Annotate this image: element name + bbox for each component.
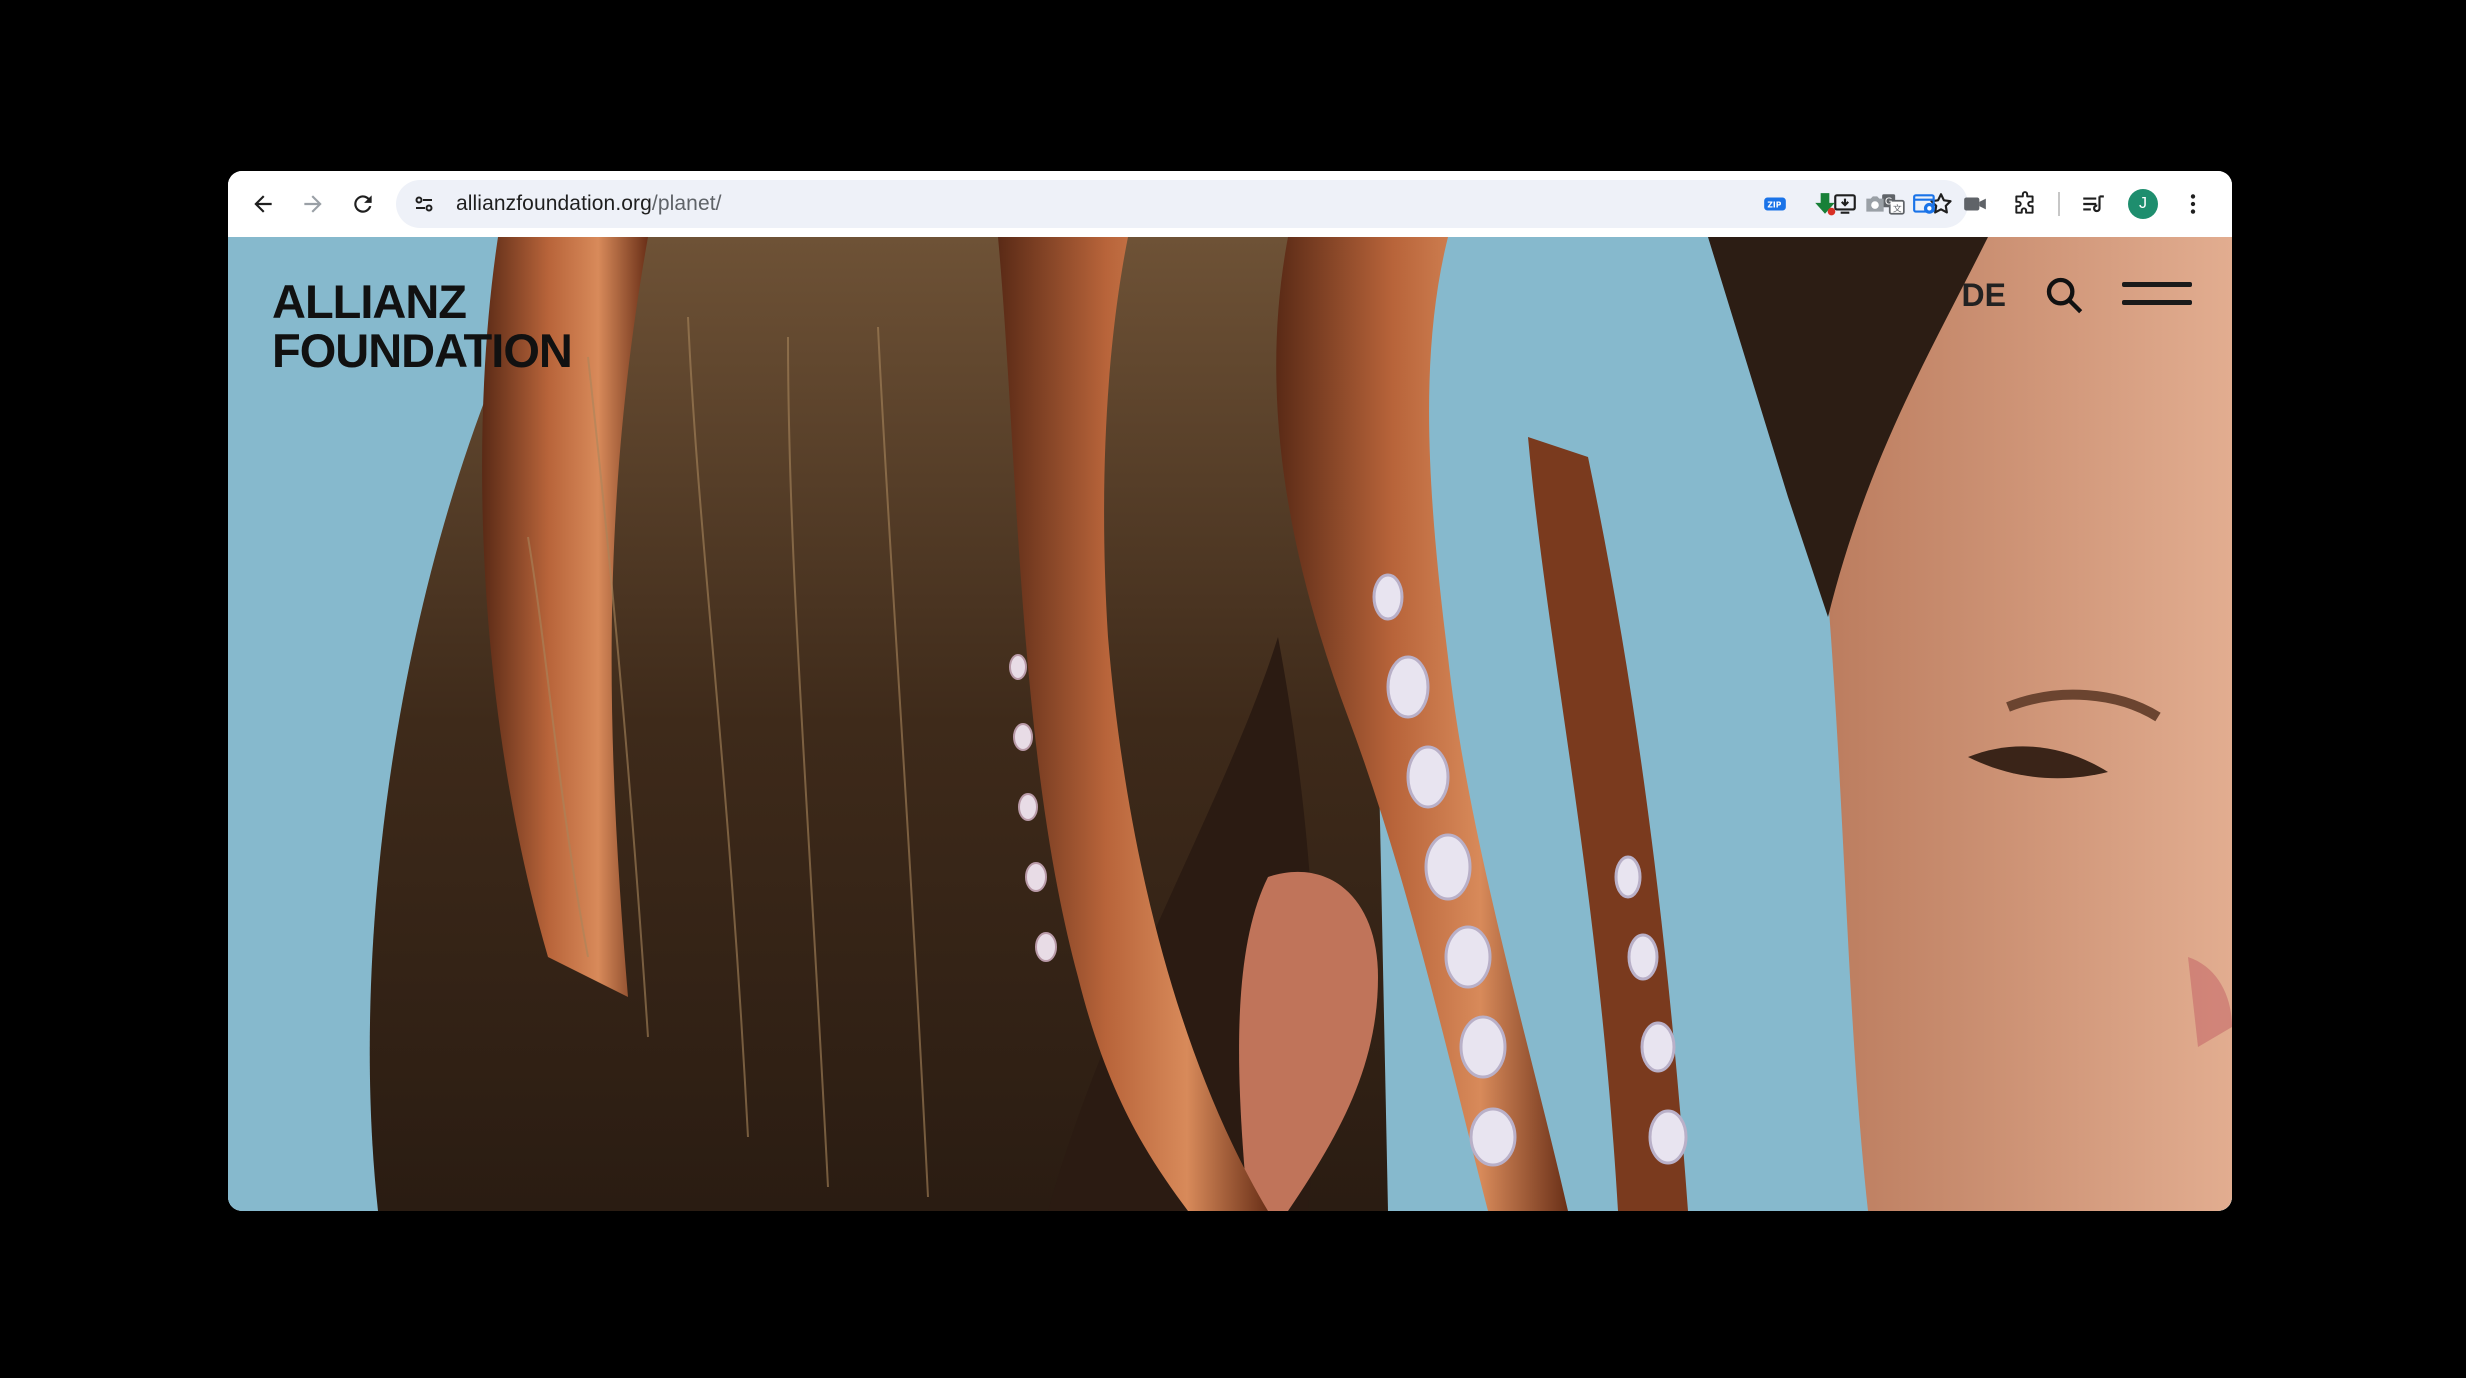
browser-toolbar: allianzfoundation.org/planet/ G文 ZIP J [228, 171, 2232, 237]
reload-button[interactable] [338, 179, 388, 229]
back-icon [254, 195, 272, 213]
extensions-area: ZIP J [1758, 171, 2210, 237]
site-logo[interactable]: ALLIANZ FOUNDATION [272, 275, 573, 377]
logo-line-1: ALLIANZ [272, 275, 467, 328]
hamburger-menu-icon[interactable] [2122, 278, 2192, 312]
search-icon[interactable] [2044, 275, 2084, 315]
forward-button[interactable] [288, 179, 338, 229]
url-host: allianzfoundation.org [456, 192, 652, 215]
url-path: /planet/ [651, 192, 722, 215]
screen-capture-extension-icon[interactable] [1908, 187, 1942, 221]
svg-text:ZIP: ZIP [1767, 200, 1781, 209]
site-header-nav: DE [1962, 275, 2192, 315]
profile-avatar-button[interactable]: J [2126, 187, 2160, 221]
site-info-icon[interactable] [410, 190, 438, 218]
browser-window: allianzfoundation.org/planet/ G文 ZIP J A… [228, 171, 2232, 1211]
video-extension-icon[interactable] [1958, 187, 1992, 221]
forward-icon [304, 195, 322, 213]
address-bar[interactable]: allianzfoundation.org/planet/ G文 [396, 180, 1968, 228]
extensions-puzzle-icon[interactable] [2008, 187, 2042, 221]
toolbar-divider [2058, 192, 2060, 216]
reload-icon [354, 195, 372, 213]
back-button[interactable] [238, 179, 288, 229]
more-menu-icon[interactable] [2176, 187, 2210, 221]
page-viewport: ALLIANZ FOUNDATION DE [228, 237, 2232, 1211]
logo-line-2: FOUNDATION [272, 324, 573, 377]
download-extension-icon[interactable] [1808, 187, 1842, 221]
url-text: allianzfoundation.org/planet/ [456, 192, 722, 216]
camera-extension-icon[interactable] [1858, 187, 1892, 221]
hero-image [228, 237, 2232, 1211]
language-switch[interactable]: DE [1962, 277, 2006, 314]
avatar: J [2128, 189, 2158, 219]
zip-extension-icon[interactable]: ZIP [1758, 187, 1792, 221]
reading-list-icon[interactable] [2076, 187, 2110, 221]
